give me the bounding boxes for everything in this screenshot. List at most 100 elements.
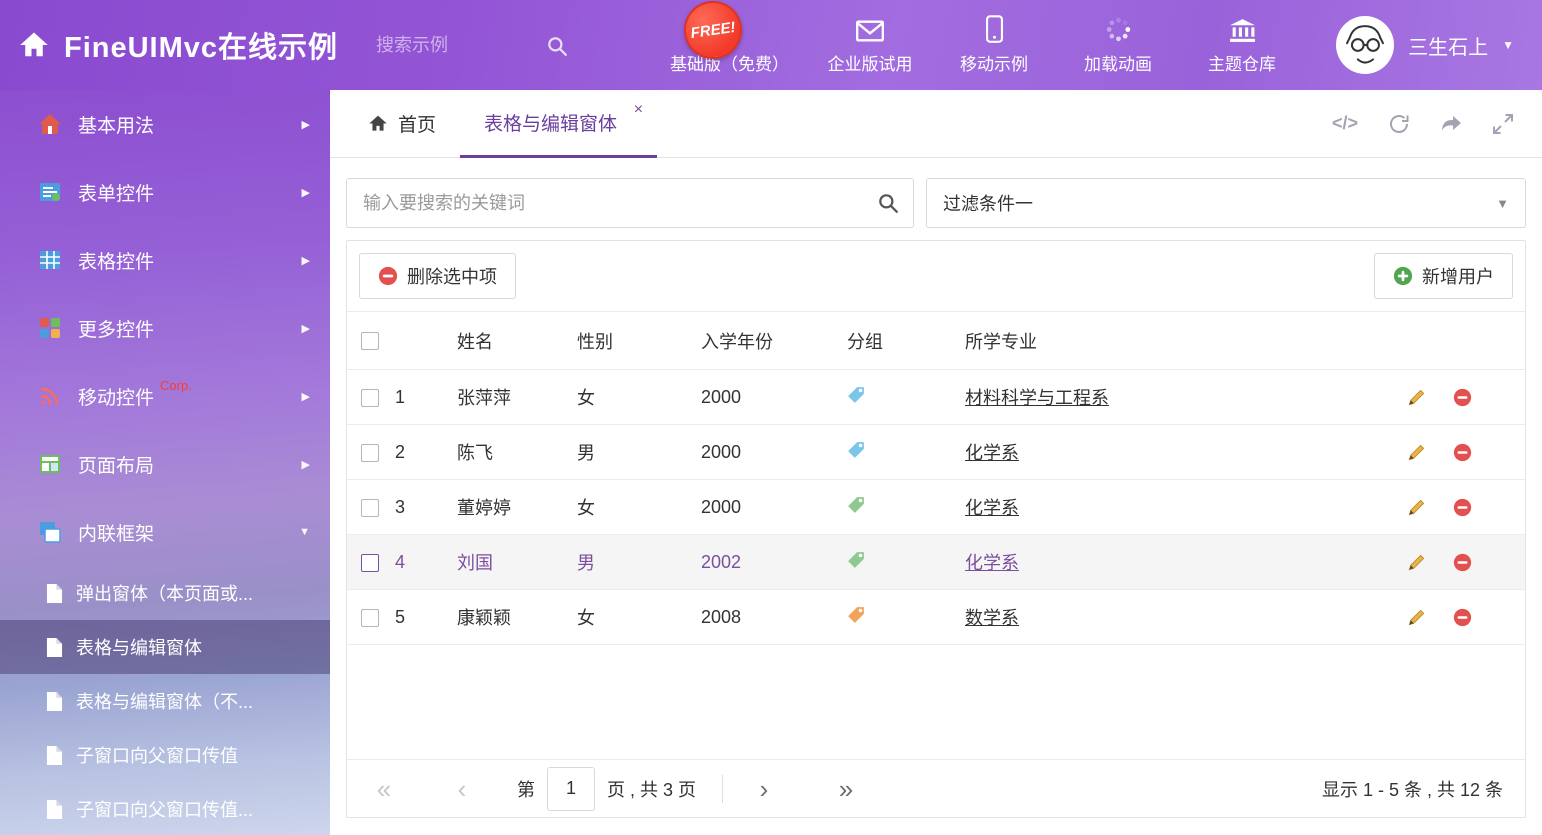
refresh-icon[interactable] bbox=[1388, 113, 1410, 135]
form-icon bbox=[38, 180, 62, 204]
sidebar-subitem-label: 子窗口向父窗口传值... bbox=[76, 796, 253, 822]
page-number-input[interactable] bbox=[547, 767, 595, 811]
sidebar-subitem-grid-edit-window-2[interactable]: 表格与编辑窗体（不... bbox=[0, 674, 330, 728]
sidebar-item-more-controls[interactable]: 更多控件 ▶ bbox=[0, 294, 330, 362]
sidebar-item-label: 内联框架 bbox=[78, 519, 154, 546]
plus-circle-icon bbox=[1393, 266, 1413, 286]
header-nav-loading-animation[interactable]: 加载动画 bbox=[1075, 15, 1161, 75]
sidebar-subitem-child-to-parent-2[interactable]: 子窗口向父窗口传值... bbox=[0, 782, 330, 835]
col-header-major: 所学专业 bbox=[965, 312, 1407, 370]
cell-name: 康颖颖 bbox=[457, 590, 577, 645]
sidebar-subitem-grid-edit-window[interactable]: 表格与编辑窗体 bbox=[0, 620, 330, 674]
delete-row-icon[interactable] bbox=[1453, 443, 1472, 462]
app-logo[interactable]: FineUIMvc在线示例 bbox=[0, 24, 338, 66]
last-page-icon[interactable]: » bbox=[831, 776, 861, 802]
cell-year: 2000 bbox=[701, 370, 847, 425]
header-search-input[interactable] bbox=[374, 27, 574, 64]
header-nav-mobile-demo[interactable]: 移动示例 bbox=[951, 15, 1037, 75]
add-user-button[interactable]: 新增用户 bbox=[1374, 253, 1513, 299]
keyword-search-input[interactable] bbox=[347, 179, 913, 227]
file-icon bbox=[46, 799, 63, 820]
major-link[interactable]: 化学系 bbox=[965, 553, 1019, 573]
cell-name: 陈飞 bbox=[457, 425, 577, 480]
spinner-icon bbox=[1105, 15, 1132, 43]
table-row[interactable]: 5 康颖颖 女 2008 数学系 bbox=[347, 590, 1525, 645]
code-icon[interactable]: </> bbox=[1332, 113, 1358, 134]
table-row[interactable]: 2 陈飞 男 2000 化学系 bbox=[347, 425, 1525, 480]
sidebar-item-basic-usage[interactable]: 基本用法 ▶ bbox=[0, 90, 330, 158]
sidebar-subitem-child-to-parent[interactable]: 子窗口向父窗口传值 bbox=[0, 728, 330, 782]
sidebar-item-mobile-controls[interactable]: 移动控件 Corp. ▶ bbox=[0, 362, 330, 430]
cell-index: 4 bbox=[395, 535, 457, 590]
file-icon bbox=[46, 637, 63, 658]
edit-icon[interactable] bbox=[1407, 498, 1426, 517]
row-checkbox[interactable] bbox=[361, 609, 379, 627]
cell-index: 2 bbox=[395, 425, 457, 480]
search-icon[interactable] bbox=[546, 35, 568, 62]
bank-icon bbox=[1229, 15, 1256, 43]
delete-row-icon[interactable] bbox=[1453, 553, 1472, 572]
close-icon[interactable]: × bbox=[634, 102, 643, 118]
first-page-icon[interactable]: « bbox=[369, 776, 399, 802]
main-content: 首页 表格与编辑窗体 × </> bbox=[330, 90, 1542, 835]
cell-gender: 女 bbox=[577, 480, 701, 535]
signal-icon bbox=[38, 384, 62, 408]
row-checkbox[interactable] bbox=[361, 444, 379, 462]
filter-dropdown[interactable]: 过滤条件一 ▼ bbox=[926, 178, 1526, 228]
table-row-selected[interactable]: 4 刘国 男 2002 化学系 bbox=[347, 535, 1525, 590]
delete-row-icon[interactable] bbox=[1453, 498, 1472, 517]
header-nav: 基础版（免费） 企业版试用 移动示例 bbox=[670, 15, 1285, 75]
sidebar-subitem-label: 表格与编辑窗体 bbox=[76, 634, 202, 660]
major-link[interactable]: 材料科学与工程系 bbox=[965, 388, 1109, 408]
tab-home[interactable]: 首页 bbox=[344, 90, 460, 157]
user-menu[interactable]: 三生石上 ▼ bbox=[1336, 16, 1542, 74]
nav-label: 主题仓库 bbox=[1208, 50, 1276, 75]
col-header-gender: 性别 bbox=[577, 312, 701, 370]
button-label: 删除选中项 bbox=[407, 263, 497, 289]
sidebar-item-form-controls[interactable]: 表单控件 ▶ bbox=[0, 158, 330, 226]
chevron-right-icon: ▶ bbox=[302, 254, 310, 267]
prev-page-icon[interactable]: ‹ bbox=[447, 776, 477, 802]
sidebar-item-page-layout[interactable]: 页面布局 ▶ bbox=[0, 430, 330, 498]
edit-icon[interactable] bbox=[1407, 388, 1426, 407]
row-checkbox[interactable] bbox=[361, 389, 379, 407]
tag-icon bbox=[847, 441, 865, 459]
share-icon[interactable] bbox=[1440, 113, 1462, 135]
minus-circle-icon bbox=[378, 266, 398, 286]
delete-row-icon[interactable] bbox=[1453, 388, 1472, 407]
major-link[interactable]: 化学系 bbox=[965, 498, 1019, 518]
cubes-icon bbox=[38, 316, 62, 340]
major-link[interactable]: 化学系 bbox=[965, 443, 1019, 463]
expand-icon[interactable] bbox=[1492, 113, 1514, 135]
file-icon bbox=[46, 691, 63, 712]
home-icon bbox=[38, 112, 62, 136]
sidebar-item-grid-controls[interactable]: 表格控件 ▶ bbox=[0, 226, 330, 294]
tab-grid-edit-window[interactable]: 表格与编辑窗体 × bbox=[460, 90, 657, 158]
search-icon[interactable] bbox=[877, 192, 899, 219]
nav-label: 移动示例 bbox=[960, 50, 1028, 75]
table-row[interactable]: 1 张萍萍 女 2000 材料科学与工程系 bbox=[347, 370, 1525, 425]
sidebar-subitem-popup-window[interactable]: 弹出窗体（本页面或... bbox=[0, 566, 330, 620]
edit-icon[interactable] bbox=[1407, 608, 1426, 627]
sidebar-item-label: 表单控件 bbox=[78, 179, 154, 206]
edit-icon[interactable] bbox=[1407, 553, 1426, 572]
select-all-checkbox[interactable] bbox=[361, 332, 379, 350]
sidebar-item-label: 移动控件 bbox=[78, 383, 154, 410]
col-header-actions bbox=[1407, 312, 1525, 370]
chevron-right-icon: ▶ bbox=[302, 390, 310, 403]
edit-icon[interactable] bbox=[1407, 443, 1426, 462]
sidebar-item-inline-frame[interactable]: 内联框架 ▼ bbox=[0, 498, 330, 566]
next-page-icon[interactable]: › bbox=[749, 776, 779, 802]
delete-row-icon[interactable] bbox=[1453, 608, 1472, 627]
delete-selected-button[interactable]: 删除选中项 bbox=[359, 253, 516, 299]
row-checkbox[interactable] bbox=[361, 554, 379, 572]
cell-gender: 男 bbox=[577, 425, 701, 480]
major-link[interactable]: 数学系 bbox=[965, 608, 1019, 628]
header-nav-theme-store[interactable]: 主题仓库 bbox=[1199, 15, 1285, 75]
row-checkbox[interactable] bbox=[361, 499, 379, 517]
table-row[interactable]: 3 董婷婷 女 2000 化学系 bbox=[347, 480, 1525, 535]
filter-row: 过滤条件一 ▼ bbox=[330, 158, 1542, 228]
header-nav-enterprise-trial[interactable]: 企业版试用 bbox=[827, 15, 913, 75]
record-summary: 显示 1 - 5 条 , 共 12 条 bbox=[1322, 776, 1503, 802]
page-suffix: 页 , 共 3 页 bbox=[607, 776, 696, 802]
